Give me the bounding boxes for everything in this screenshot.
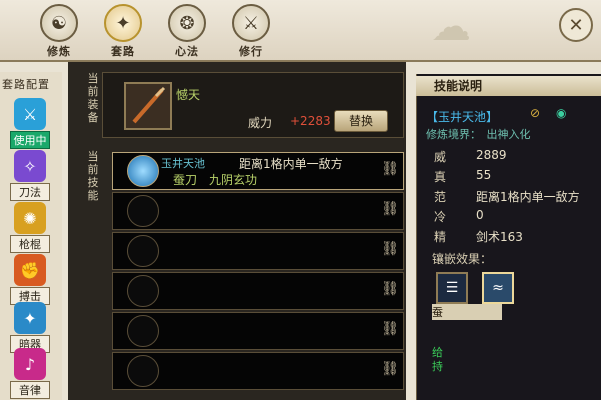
skill-slot[interactable]: ⛓ — [112, 352, 404, 390]
sidebar-item-in-use[interactable]: ⚔ 使用中 — [10, 98, 50, 149]
practice-icon: ⚔ — [232, 4, 270, 42]
sidebar-item-music[interactable]: ♪ 音律 — [10, 348, 50, 399]
stat-key: 真 — [434, 170, 447, 184]
weapon-name: 憾天 — [176, 88, 201, 102]
empty-skill-icon — [127, 315, 159, 347]
sidebar-item-fist[interactable]: ✊ 搏击 — [10, 254, 50, 305]
skill-level: 修炼境界： 出神入化 — [426, 128, 531, 141]
empty-skill-icon — [127, 275, 159, 307]
sidebar-item-blade[interactable]: ✧ 刀法 — [10, 150, 50, 201]
tab-routine[interactable]: ✦ 套路 — [94, 4, 152, 58]
blade-icon: ✧ — [14, 150, 46, 182]
skill-range: 距离1格内单一敌方 — [239, 157, 343, 171]
power-value: +2283 — [290, 114, 331, 128]
sidebar-item-label: 枪棍 — [10, 235, 50, 253]
cloud-decoration: ☁ — [431, 4, 471, 50]
equip-label: 当前 装备 — [87, 72, 99, 124]
chain-icon[interactable]: ⛓ — [381, 161, 399, 177]
stat-value: 2889 — [476, 148, 507, 162]
gem-slot-icon[interactable]: ☰ — [436, 272, 468, 304]
chain-icon[interactable]: ⛓ — [381, 201, 399, 217]
stat-value: 0 — [476, 208, 484, 222]
skill-detail-name: 【玉井天池】 — [426, 110, 499, 124]
chain-icon[interactable]: ⛓ — [381, 321, 399, 337]
inlay-description: 给 持 — [432, 346, 443, 373]
sidebar-item-dart[interactable]: ✦ 暗器 — [10, 302, 50, 353]
gem-slot-icon[interactable]: ≈ — [482, 272, 514, 304]
sword-icon: ⊘ — [530, 106, 541, 120]
sidebar-item-label: 使用中 — [10, 131, 50, 149]
skill-slot[interactable]: ⛓ — [112, 272, 404, 310]
sidebar-title: 套路配置 — [2, 78, 50, 91]
skill-slot[interactable]: ⛓ — [112, 192, 404, 230]
skill-school: 蚕刀 九阴玄功 — [173, 173, 258, 187]
fist-icon: ✊ — [14, 254, 46, 286]
skill-slot[interactable]: ⛓ — [112, 312, 404, 350]
mind-method-icon: ❂ — [168, 4, 206, 42]
skill-slot[interactable]: 玉井天池 距离1格内单一敌方 蚕刀 九阴玄功 ⛓ — [112, 152, 404, 190]
tab-label: 修行 — [239, 45, 263, 58]
sidebar-item-label: 音律 — [10, 381, 50, 399]
stat-key: 冷 — [434, 210, 447, 224]
spear-weapon-icon — [132, 86, 166, 124]
empty-skill-icon — [127, 355, 159, 387]
chain-icon[interactable]: ⛓ — [381, 281, 399, 297]
routine-icon: ✦ — [104, 4, 142, 42]
spear-icon: ✺ — [14, 202, 46, 234]
replace-button[interactable]: 替换 — [334, 110, 388, 132]
chain-icon[interactable]: ⛓ — [381, 241, 399, 257]
empty-skill-icon — [127, 235, 159, 267]
sidebar-item-spear[interactable]: ✺ 枪棍 — [10, 202, 50, 253]
stat-value: 55 — [476, 168, 492, 182]
skill-slots: 玉井天池 距离1格内单一敌方 蚕刀 九阴玄功 ⛓ ⛓ ⛓ ⛓ ⛓ ⛓ — [112, 146, 404, 396]
stat-value: 剑术163 — [476, 230, 523, 244]
dart-icon: ✦ — [14, 302, 46, 334]
skill-icon — [127, 155, 159, 187]
tab-mind-method[interactable]: ❂ 心法 — [158, 4, 216, 58]
skill-slot[interactable]: ⛓ — [112, 232, 404, 270]
jade-icon: ◉ — [556, 106, 567, 120]
stat-key: 威 — [434, 150, 447, 164]
skill-detail-title: 技能说明 — [416, 76, 601, 96]
stat-key: 范 — [434, 190, 447, 204]
weapon-slot[interactable] — [124, 82, 172, 130]
music-icon: ♪ — [14, 348, 46, 380]
skill-name: 玉井天池 — [161, 157, 205, 170]
inlay-tab[interactable]: 蚕 — [432, 304, 502, 320]
tab-practice[interactable]: ⚔ 修行 — [222, 4, 280, 58]
power-label: 威力 — [248, 116, 273, 130]
inlay-effect-label: 镶嵌效果： — [432, 252, 493, 266]
tab-label: 修炼 — [47, 45, 71, 58]
empty-skill-icon — [127, 195, 159, 227]
tab-label: 套路 — [111, 45, 135, 58]
tab-cultivate[interactable]: ☯ 修炼 — [30, 4, 88, 58]
skill-label: 当前 技能 — [87, 150, 99, 202]
chain-icon[interactable]: ⛓ — [381, 361, 399, 377]
close-icon[interactable]: ✕ — [559, 8, 593, 42]
stat-key: 精 — [434, 230, 447, 244]
cultivate-icon: ☯ — [40, 4, 78, 42]
swords-icon: ⚔ — [14, 98, 46, 130]
tab-label: 心法 — [175, 45, 199, 58]
stat-value: 距离1格内单一敌方 — [476, 190, 580, 204]
sidebar-item-label: 刀法 — [10, 183, 50, 201]
